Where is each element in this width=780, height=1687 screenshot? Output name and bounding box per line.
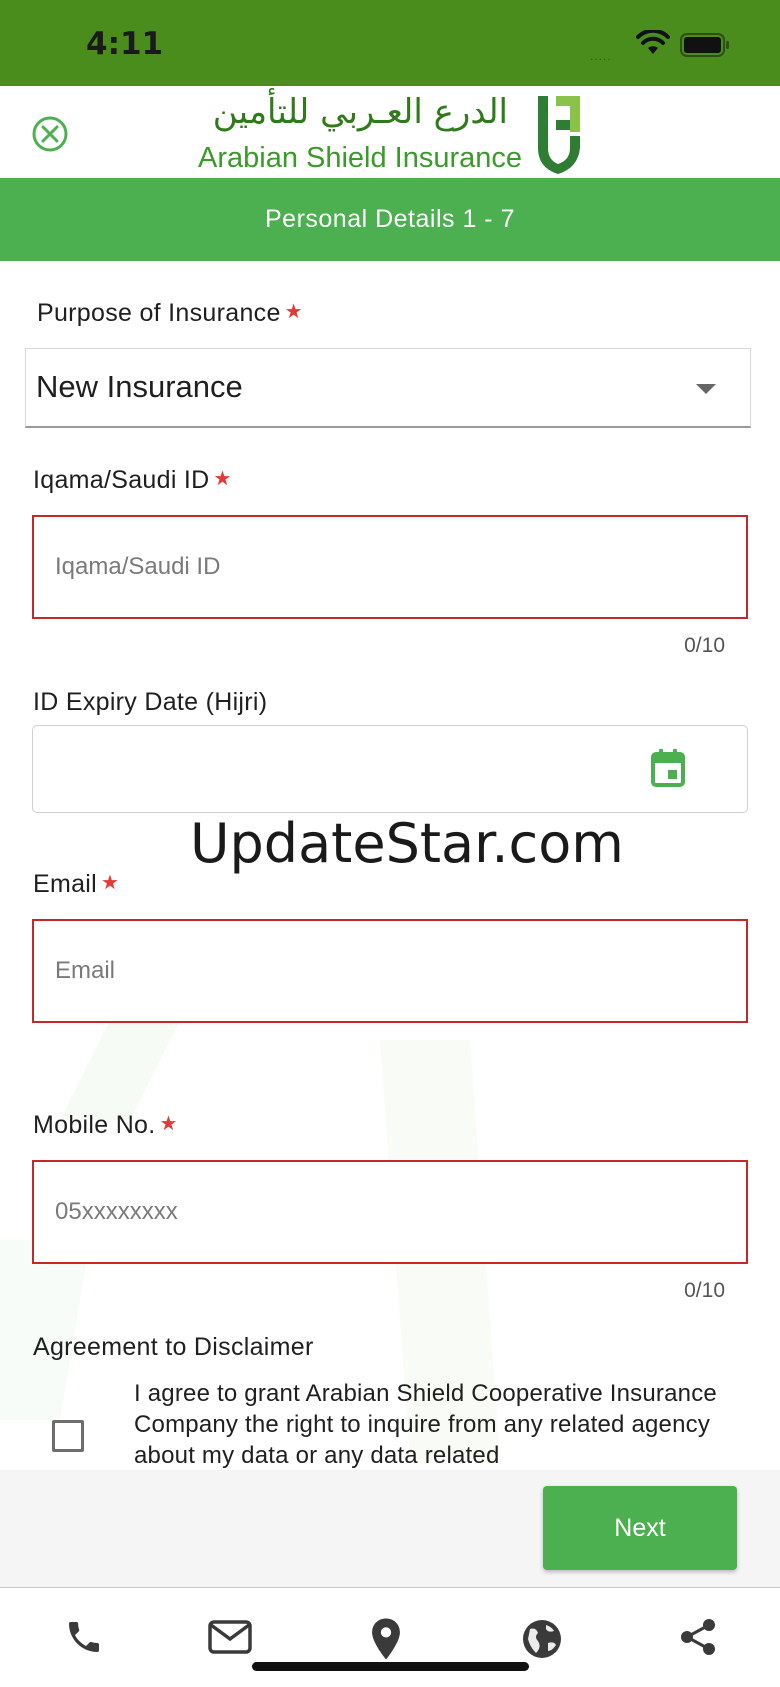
disclaimer-text: I agree to grant Arabian Shield Cooperat…	[134, 1380, 717, 1469]
required-star-icon: ★	[213, 468, 232, 490]
expiry-label-text: ID Expiry Date (Hijri)	[33, 688, 268, 716]
signal-icon: .....	[590, 49, 612, 63]
company-logo: الدرع العـربي للتأمين Arabian Shield Ins…	[196, 92, 586, 176]
mobile-label-text: Mobile No.	[33, 1111, 156, 1139]
mail-icon[interactable]	[207, 1617, 253, 1657]
logo-arabic-text: الدرع العـربي للتأمين	[212, 92, 508, 132]
watermark-text: UpdateStar.com	[190, 812, 624, 875]
iqama-char-counter: 0/10	[684, 634, 725, 657]
location-icon[interactable]	[368, 1617, 404, 1661]
disclaimer-label: Agreement to Disclaimer	[33, 1333, 314, 1362]
email-input[interactable]	[32, 919, 748, 1023]
purpose-select[interactable]: New Insurance	[25, 348, 751, 428]
purpose-select-value: New Insurance	[36, 369, 243, 404]
wifi-icon	[636, 30, 670, 54]
globe-icon[interactable]	[520, 1617, 564, 1661]
expiry-label: ID Expiry Date (Hijri)	[33, 688, 267, 717]
shield-logo-icon	[538, 96, 580, 174]
chevron-down-icon	[696, 384, 716, 394]
home-indicator[interactable]	[252, 1662, 529, 1671]
required-star-icon: ★	[284, 301, 303, 323]
share-icon[interactable]	[678, 1617, 718, 1657]
mobile-label: Mobile No. ★	[33, 1111, 178, 1140]
email-label: Email ★	[33, 870, 119, 899]
app-header: الدرع العـربي للتأمين Arabian Shield Ins…	[0, 86, 780, 178]
purpose-label: Purpose of Insurance ★	[37, 299, 303, 328]
agree-checkbox[interactable]	[52, 1420, 84, 1452]
iqama-label-text: Iqama/Saudi ID	[33, 466, 210, 494]
required-star-icon: ★	[101, 872, 120, 894]
calendar-icon[interactable]	[650, 748, 686, 788]
bottom-nav	[0, 1589, 780, 1687]
close-icon[interactable]	[30, 114, 70, 154]
email-label-text: Email	[33, 870, 98, 898]
battery-icon	[680, 33, 729, 57]
purpose-label-text: Purpose of Insurance	[37, 299, 281, 327]
next-button[interactable]: Next	[543, 1486, 737, 1570]
status-time: 4:11	[86, 26, 164, 62]
status-bar: 4:11 .....	[0, 0, 780, 86]
phone-icon[interactable]	[64, 1617, 104, 1657]
iqama-input[interactable]	[32, 515, 748, 619]
mobile-input[interactable]	[32, 1160, 748, 1264]
logo-english-text: Arabian Shield Insurance	[198, 142, 523, 174]
disclaimer-label-text: Agreement to Disclaimer	[33, 1333, 314, 1361]
iqama-label: Iqama/Saudi ID ★	[33, 466, 232, 495]
mobile-char-counter: 0/10	[684, 1279, 725, 1302]
required-star-icon: ★	[159, 1113, 178, 1135]
step-indicator: Personal Details 1 - 7	[0, 178, 780, 261]
expiry-date-input[interactable]	[32, 725, 748, 813]
